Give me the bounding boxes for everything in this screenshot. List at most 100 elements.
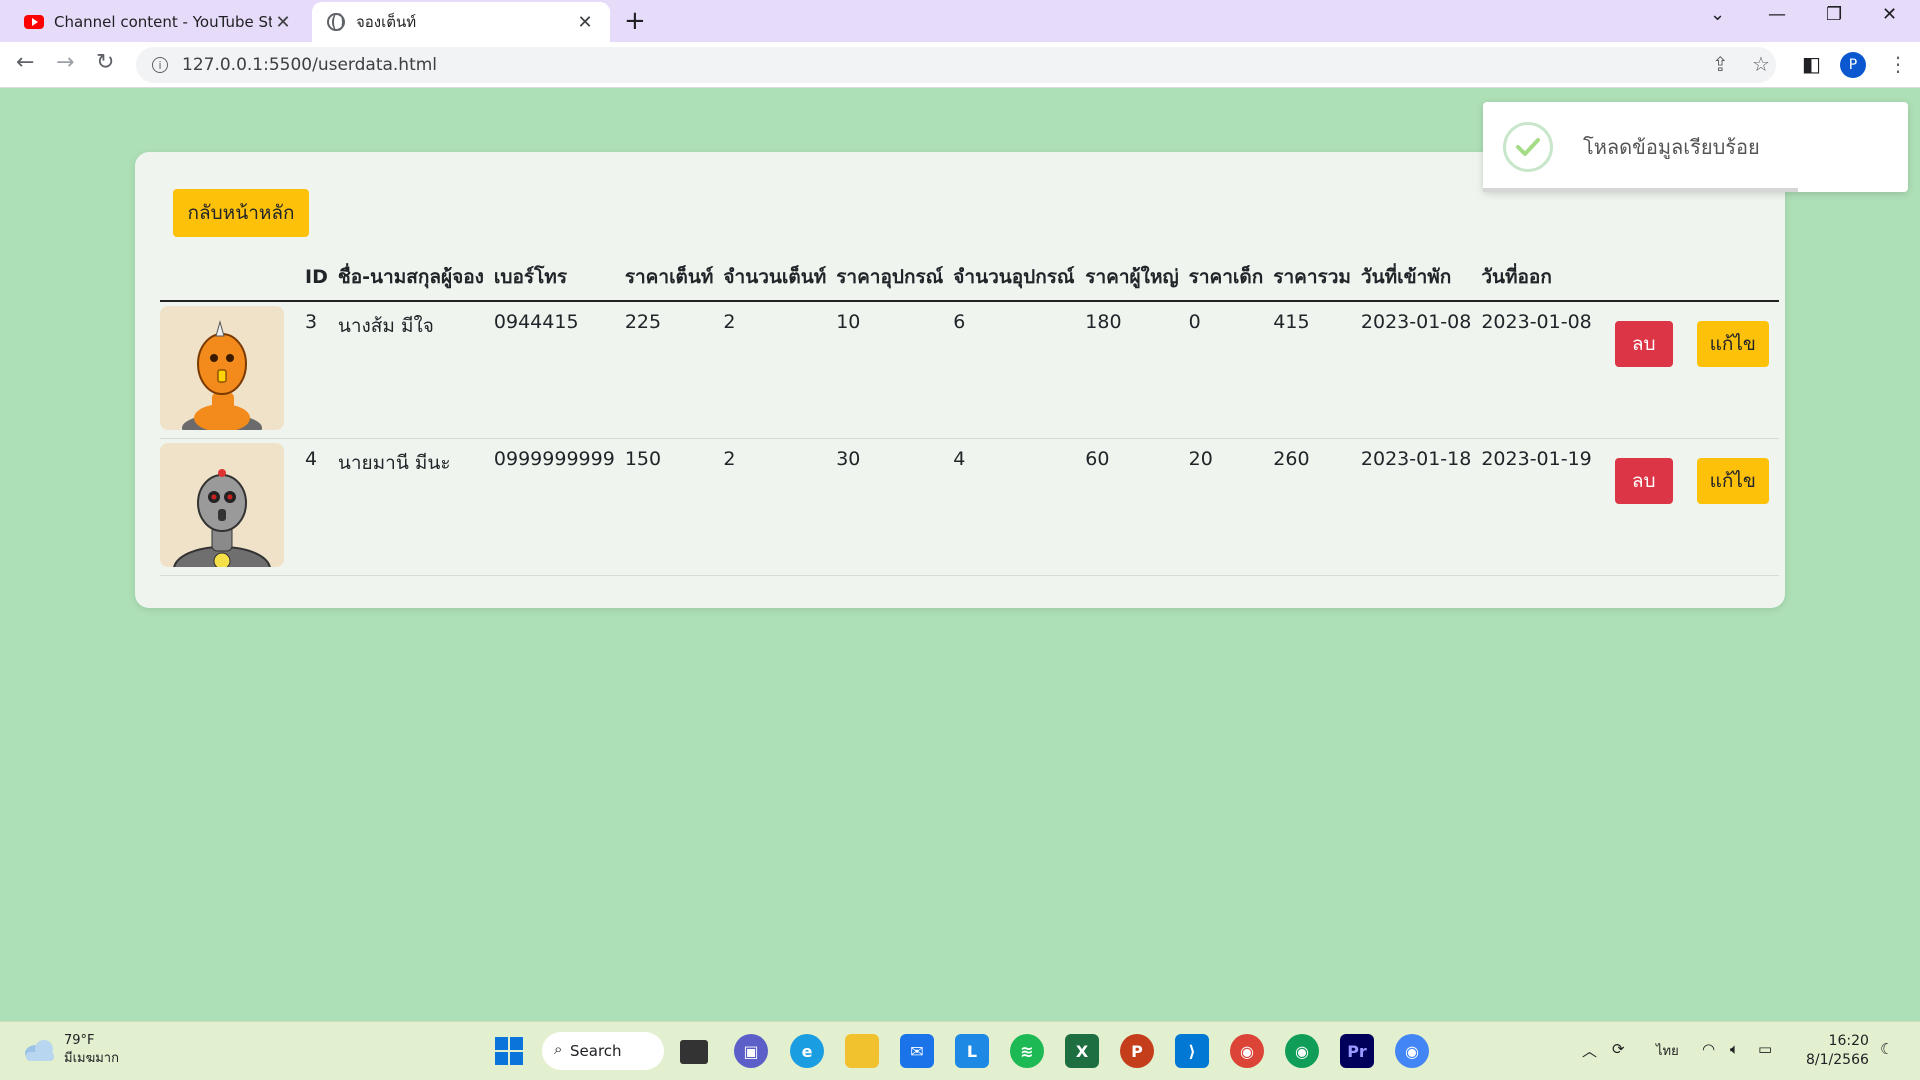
chevron-up-icon[interactable]: ︿ — [1582, 1040, 1597, 1061]
edge-icon[interactable]: e — [790, 1034, 824, 1068]
mail-icon[interactable]: ✉ — [900, 1034, 934, 1068]
clock-time: 16:20 — [1828, 1033, 1869, 1049]
cell-checkout: 2023-01-08 — [1476, 301, 1597, 439]
premiere-pro-icon[interactable]: Pr — [1340, 1034, 1374, 1068]
address-bar[interactable]: i 127.0.0.1:5500/userdata.html — [136, 47, 1776, 83]
delete-button[interactable]: ลบ — [1614, 321, 1673, 367]
language-indicator[interactable]: ไทย — [1656, 1040, 1679, 1061]
column-header-child-price: ราคาเด็ก — [1183, 254, 1269, 302]
cell-tent-price: 225 — [619, 301, 719, 439]
weather-desc: มีเมฆมาก — [64, 1051, 119, 1066]
cell-equipment-price: 10 — [831, 301, 949, 439]
table-row: 4 นายมานี มีนะ 0999999999 150 2 30 4 60 … — [160, 438, 1779, 576]
cloud-icon — [25, 1040, 54, 1061]
moon-icon[interactable]: ☾ — [1880, 1040, 1893, 1058]
back-icon[interactable]: ← — [16, 50, 34, 75]
cell-checkout: 2023-01-19 — [1476, 438, 1597, 576]
browser-toolbar: ← → ↻ i 127.0.0.1:5500/userdata.html ⇪ ☆… — [0, 42, 1920, 88]
taskbar-search[interactable]: ⌕ Search — [542, 1032, 664, 1070]
tab-search-icon[interactable]: ⌄ — [1710, 4, 1725, 25]
tab-booking[interactable]: จองเต็นท์ ✕ — [312, 2, 610, 42]
cell-tent-count: 2 — [718, 438, 832, 576]
close-tab-icon[interactable]: ✕ — [574, 12, 596, 33]
avatar-cell — [160, 438, 300, 576]
bookmark-star-icon[interactable]: ☆ — [1752, 52, 1770, 76]
column-header-phone: เบอร์โทร — [488, 254, 620, 302]
back-home-button[interactable]: กลับหน้าหลัก — [173, 189, 309, 237]
cell-phone: 0999999999 — [488, 438, 620, 576]
reload-icon[interactable]: ↻ — [96, 50, 114, 75]
cell-equipment-price: 30 — [831, 438, 949, 576]
edit-button[interactable]: แก้ไข — [1696, 457, 1769, 504]
robot-avatar — [160, 306, 284, 430]
column-header-checkin: วันที่เข้าพัก — [1355, 254, 1477, 302]
battery-icon[interactable]: ▭ — [1758, 1040, 1772, 1058]
column-header-equipment-price: ราคาอุปกรณ์ — [831, 254, 949, 302]
delete-column-header — [1596, 254, 1679, 302]
cell-total: 415 — [1268, 301, 1356, 439]
toast-progress-bar — [1483, 188, 1798, 192]
new-tab-button[interactable]: + — [624, 6, 646, 36]
cell-checkin: 2023-01-08 — [1355, 301, 1477, 439]
edit-column-header — [1678, 254, 1779, 302]
chrome-profile-f-icon[interactable]: ◉ — [1230, 1034, 1264, 1068]
forward-icon[interactable]: → — [56, 50, 74, 75]
menu-icon[interactable]: ⋮ — [1888, 52, 1908, 76]
system-clock[interactable]: 16:20 8/1/2566 — [1806, 1032, 1869, 1070]
chrome-icon[interactable]: ◉ — [1285, 1034, 1319, 1068]
column-header-name: ชื่อ-นามสกุลผู้จอง — [332, 254, 489, 302]
weather-widget[interactable]: 79°F มีเมฆมาก — [22, 1032, 119, 1068]
column-header-checkout: วันที่ออก — [1476, 254, 1597, 302]
weather-temp: 79°F — [64, 1033, 95, 1048]
column-header-id: ID — [300, 254, 333, 302]
toast-message: โหลดข้อมูลเรียบร้อย — [1583, 135, 1760, 159]
delete-button[interactable]: ลบ — [1614, 457, 1673, 504]
task-view-icon[interactable] — [680, 1040, 708, 1064]
teams-chat-icon[interactable]: ▣ — [734, 1034, 768, 1068]
column-header-equipment-count: จำนวนอุปกรณ์ — [948, 254, 1081, 302]
start-menu-icon[interactable] — [492, 1034, 526, 1068]
column-header-total: ราคารวม — [1268, 254, 1356, 302]
cell-tent-count: 2 — [718, 301, 832, 439]
tab-youtube-studio[interactable]: Channel content - YouTube Studio ✕ — [10, 2, 308, 42]
wifi-icon[interactable]: ◠ — [1702, 1040, 1715, 1058]
cell-total: 260 — [1268, 438, 1356, 576]
restore-icon[interactable]: ❐ — [1826, 4, 1842, 25]
site-info-icon[interactable]: i — [152, 57, 168, 73]
search-label: Search — [570, 1042, 622, 1060]
profile-avatar[interactable]: P — [1840, 52, 1866, 78]
excel-icon[interactable]: X — [1065, 1034, 1099, 1068]
cell-adult-price: 60 — [1080, 438, 1184, 576]
cell-checkin: 2023-01-18 — [1355, 438, 1477, 576]
minimize-icon[interactable]: — — [1768, 4, 1786, 25]
spotify-icon[interactable]: ≋ — [1010, 1034, 1044, 1068]
volume-icon[interactable]: 🔈︎ — [1730, 1040, 1739, 1058]
column-header-tent-count: จำนวนเต็นท์ — [718, 254, 832, 302]
chrome-profile-p-icon[interactable]: ◉ — [1395, 1034, 1429, 1068]
delete-cell: ลบ — [1596, 301, 1679, 439]
l-app-icon[interactable]: L — [955, 1034, 989, 1068]
youtube-icon — [24, 12, 44, 32]
cell-id: 4 — [300, 438, 333, 576]
tab-title: Channel content - YouTube Studio — [54, 13, 272, 31]
edit-button[interactable]: แก้ไข — [1696, 321, 1769, 367]
cell-phone: 0944415 — [488, 301, 620, 439]
side-panel-icon[interactable]: ◧ — [1802, 52, 1821, 76]
success-toast[interactable]: โหลดข้อมูลเรียบร้อย — [1483, 102, 1908, 192]
close-window-icon[interactable]: ✕ — [1882, 4, 1897, 25]
bookings-card: กลับหน้าหลัก ID ชื่อ-นามสกุลผู้จอง เบอร์… — [135, 152, 1785, 608]
cell-name: นางส้ม มีใจ — [332, 301, 489, 439]
bookings-table: ID ชื่อ-นามสกุลผู้จอง เบอร์โทร ราคาเต็นท… — [160, 254, 1779, 576]
tab-title: จองเต็นท์ — [356, 13, 417, 31]
cell-name: นายมานี มีนะ — [332, 438, 489, 576]
sync-icon[interactable]: ⟳ — [1612, 1040, 1625, 1058]
share-icon[interactable]: ⇪ — [1712, 52, 1729, 76]
vscode-icon[interactable]: ⟩ — [1175, 1034, 1209, 1068]
windows-taskbar: 79°F มีเมฆมาก ⌕ Search ▣ e ✉ L ≋ X P ⟩ ◉… — [0, 1021, 1920, 1080]
table-header-row: ID ชื่อ-นามสกุลผู้จอง เบอร์โทร ราคาเต็นท… — [160, 254, 1779, 302]
image-column-header — [160, 254, 300, 302]
file-explorer-icon[interactable] — [845, 1034, 879, 1068]
powerpoint-icon[interactable]: P — [1120, 1034, 1154, 1068]
cell-equipment-count: 4 — [948, 438, 1081, 576]
close-tab-icon[interactable]: ✕ — [272, 12, 294, 33]
